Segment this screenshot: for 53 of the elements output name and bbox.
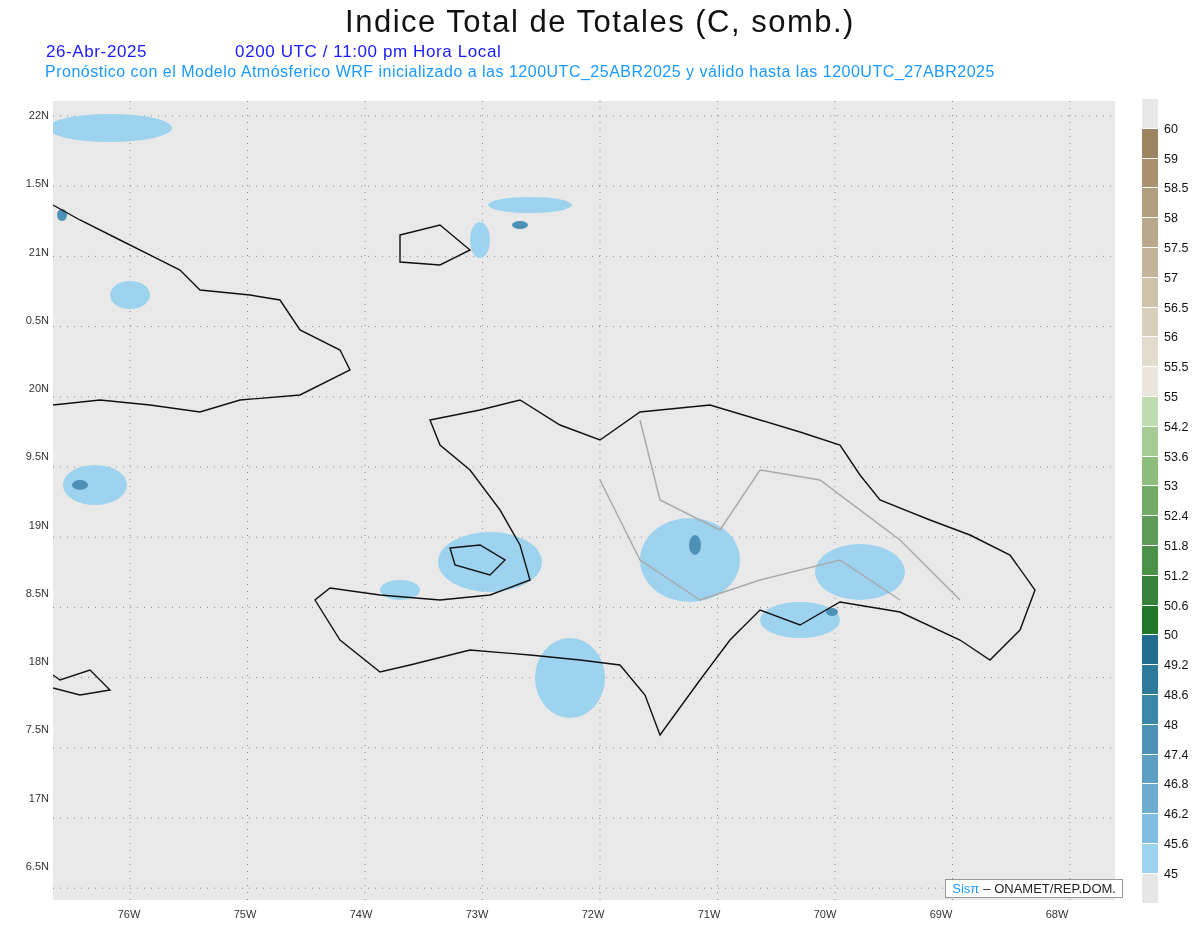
latitude-label: 1.5N bbox=[25, 176, 49, 192]
scale-label: 53 bbox=[1164, 478, 1178, 495]
longitude-label: 75W bbox=[232, 907, 258, 922]
scale-label: 46.2 bbox=[1164, 806, 1189, 823]
scale-label: 48.6 bbox=[1164, 686, 1189, 703]
longitude-label: 74W bbox=[348, 907, 374, 922]
latitude-label: 9.5N bbox=[25, 449, 49, 465]
scale-label: 57.5 bbox=[1164, 240, 1189, 256]
latitude-label: 20N bbox=[28, 381, 49, 397]
scale-label: 58 bbox=[1164, 210, 1178, 227]
scale-label: 48 bbox=[1164, 716, 1178, 733]
longitude-label: 69W bbox=[928, 907, 954, 922]
longitude-label: 72W bbox=[580, 907, 606, 922]
scale-label: 56.5 bbox=[1164, 299, 1189, 316]
scale-label: 55 bbox=[1164, 388, 1178, 405]
latitude-label: 6.5N bbox=[25, 858, 49, 874]
longitude-label: 76W bbox=[116, 907, 142, 922]
longitude-label: 70W bbox=[812, 907, 838, 922]
chart-title: Indice Total de Totales (C, somb.) bbox=[344, 3, 856, 41]
scale-label: 51.2 bbox=[1164, 567, 1189, 584]
forecast-time: 0200 UTC / 11:00 pm Hora Local bbox=[235, 42, 502, 63]
scale-label: 57 bbox=[1164, 269, 1178, 286]
scale-label: 50 bbox=[1164, 627, 1178, 644]
longitude-label: 71W bbox=[696, 907, 722, 922]
latitude-label: 8.5N bbox=[25, 585, 49, 601]
longitude-label: 68W bbox=[1044, 907, 1070, 922]
scale-label: 47.4 bbox=[1164, 746, 1189, 763]
scale-label: 58.5 bbox=[1164, 180, 1189, 197]
latitude-label: 17N bbox=[28, 790, 49, 806]
scale-label: 49.2 bbox=[1164, 657, 1189, 674]
latitude-label: 22N bbox=[28, 108, 49, 124]
scale-label: 52.4 bbox=[1164, 508, 1189, 525]
latitude-label: 18N bbox=[28, 654, 49, 670]
scale-label: 56 bbox=[1164, 329, 1178, 346]
scale-label: 55.5 bbox=[1164, 359, 1189, 376]
scale-label: 54.2 bbox=[1164, 418, 1189, 435]
latitude-label: 0.5N bbox=[25, 312, 49, 328]
brand-name: Sisπ bbox=[952, 881, 980, 896]
scale-label: 51.8 bbox=[1164, 537, 1189, 554]
scale-label: 45.6 bbox=[1164, 835, 1189, 852]
scale-label: 46.8 bbox=[1164, 776, 1189, 793]
scale-label: 50.6 bbox=[1164, 597, 1189, 614]
latitude-label: 21N bbox=[28, 244, 49, 260]
credit-text: – ONAMET/REP.DOM. bbox=[983, 881, 1116, 896]
scale-label: 45 bbox=[1164, 865, 1178, 882]
latitude-label: 7.5N bbox=[25, 722, 49, 738]
latitude-label: 19N bbox=[28, 517, 49, 533]
scale-label: 60 bbox=[1164, 120, 1178, 137]
scale-label: 59 bbox=[1164, 150, 1178, 167]
forecast-note: Pronóstico con el Modelo Atmósferico WRF inicializado a las 1200UTC_25ABR2025 y válido hasta las 1200UTC_27ABR2025 bbox=[44, 63, 996, 82]
forecast-date: 26-Abr-2025 bbox=[46, 42, 148, 63]
scale-label: 53.6 bbox=[1164, 448, 1189, 465]
longitude-label: 73W bbox=[464, 907, 490, 922]
